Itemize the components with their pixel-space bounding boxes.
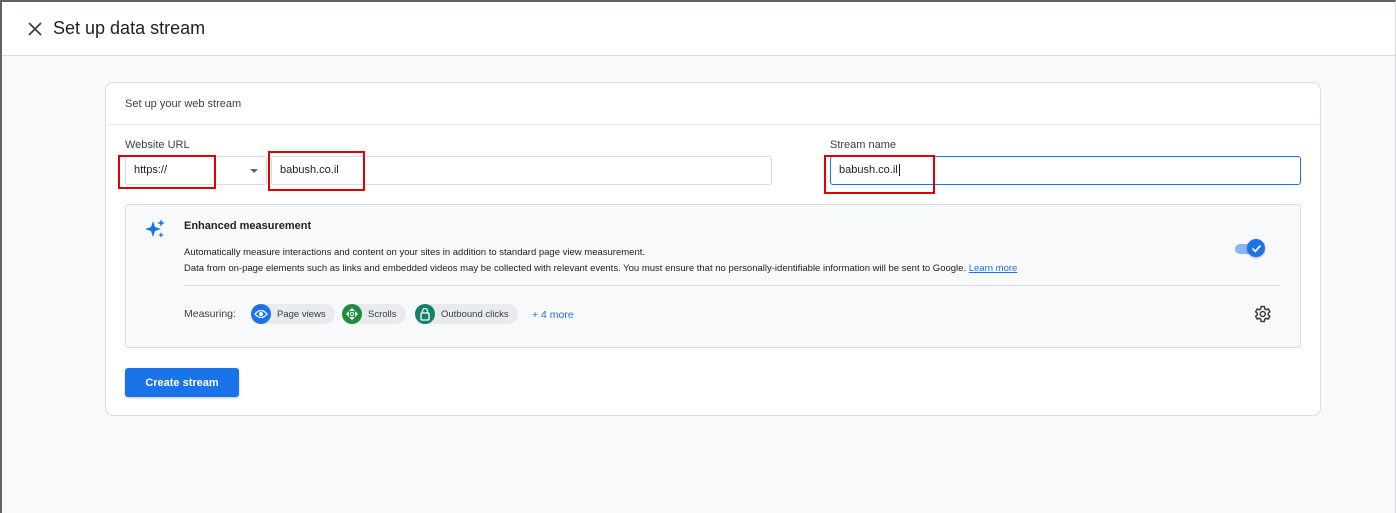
close-button[interactable] bbox=[23, 17, 47, 41]
chip-label: Outbound clicks bbox=[441, 308, 509, 320]
stream-name-label: Stream name bbox=[830, 139, 897, 151]
create-stream-button[interactable]: Create stream bbox=[125, 368, 239, 397]
website-url-input[interactable]: babush.co.il bbox=[271, 156, 772, 185]
stream-name-input[interactable]: babush.co.il bbox=[830, 156, 1301, 185]
data-collection-note: Data from on-page elements such as links… bbox=[184, 263, 967, 274]
top-bar: Set up data stream bbox=[2, 2, 1395, 56]
check-icon bbox=[1251, 244, 1261, 253]
more-measurements-link[interactable]: + 4 more bbox=[532, 309, 574, 321]
measuring-label: Measuring: bbox=[184, 308, 236, 320]
eye-icon bbox=[251, 304, 271, 324]
stream-name-value: babush.co.il bbox=[839, 164, 898, 176]
close-icon bbox=[28, 21, 42, 36]
card-title: Set up your web stream bbox=[106, 83, 1320, 125]
divider bbox=[184, 285, 1280, 286]
chip-scrolls: Scrolls bbox=[342, 304, 406, 324]
enhanced-measurement-note: Data from on-page elements such as links… bbox=[184, 263, 1017, 274]
chip-page-views: Page views bbox=[251, 304, 335, 324]
page-title: Set up data stream bbox=[53, 18, 206, 38]
dropdown-arrow-icon bbox=[250, 169, 258, 173]
chip-outbound-clicks: Outbound clicks bbox=[415, 304, 518, 324]
protocol-value: https:// bbox=[134, 164, 168, 176]
enhanced-measurement-description: Automatically measure interactions and c… bbox=[184, 247, 646, 258]
enhanced-measurement-toggle[interactable] bbox=[1235, 239, 1265, 259]
gear-icon[interactable] bbox=[1252, 304, 1272, 324]
web-stream-card: Set up your web stream Website URL https… bbox=[105, 82, 1321, 416]
text-cursor bbox=[898, 164, 900, 176]
toggle-thumb bbox=[1247, 239, 1265, 257]
enhanced-measurement-panel: Enhanced measurement Automatically measu… bbox=[125, 204, 1301, 348]
website-url-label: Website URL bbox=[125, 139, 190, 151]
lock-icon bbox=[415, 304, 435, 324]
enhanced-measurement-title: Enhanced measurement bbox=[184, 220, 312, 232]
chip-label: Page views bbox=[277, 308, 326, 320]
chip-label: Scrolls bbox=[368, 308, 397, 320]
learn-more-link[interactable]: Learn more bbox=[969, 263, 1018, 274]
website-url-value: babush.co.il bbox=[280, 164, 339, 176]
protocol-select[interactable]: https:// bbox=[125, 156, 267, 185]
sparkle-icon bbox=[145, 219, 165, 238]
scroll-icon bbox=[342, 304, 362, 324]
